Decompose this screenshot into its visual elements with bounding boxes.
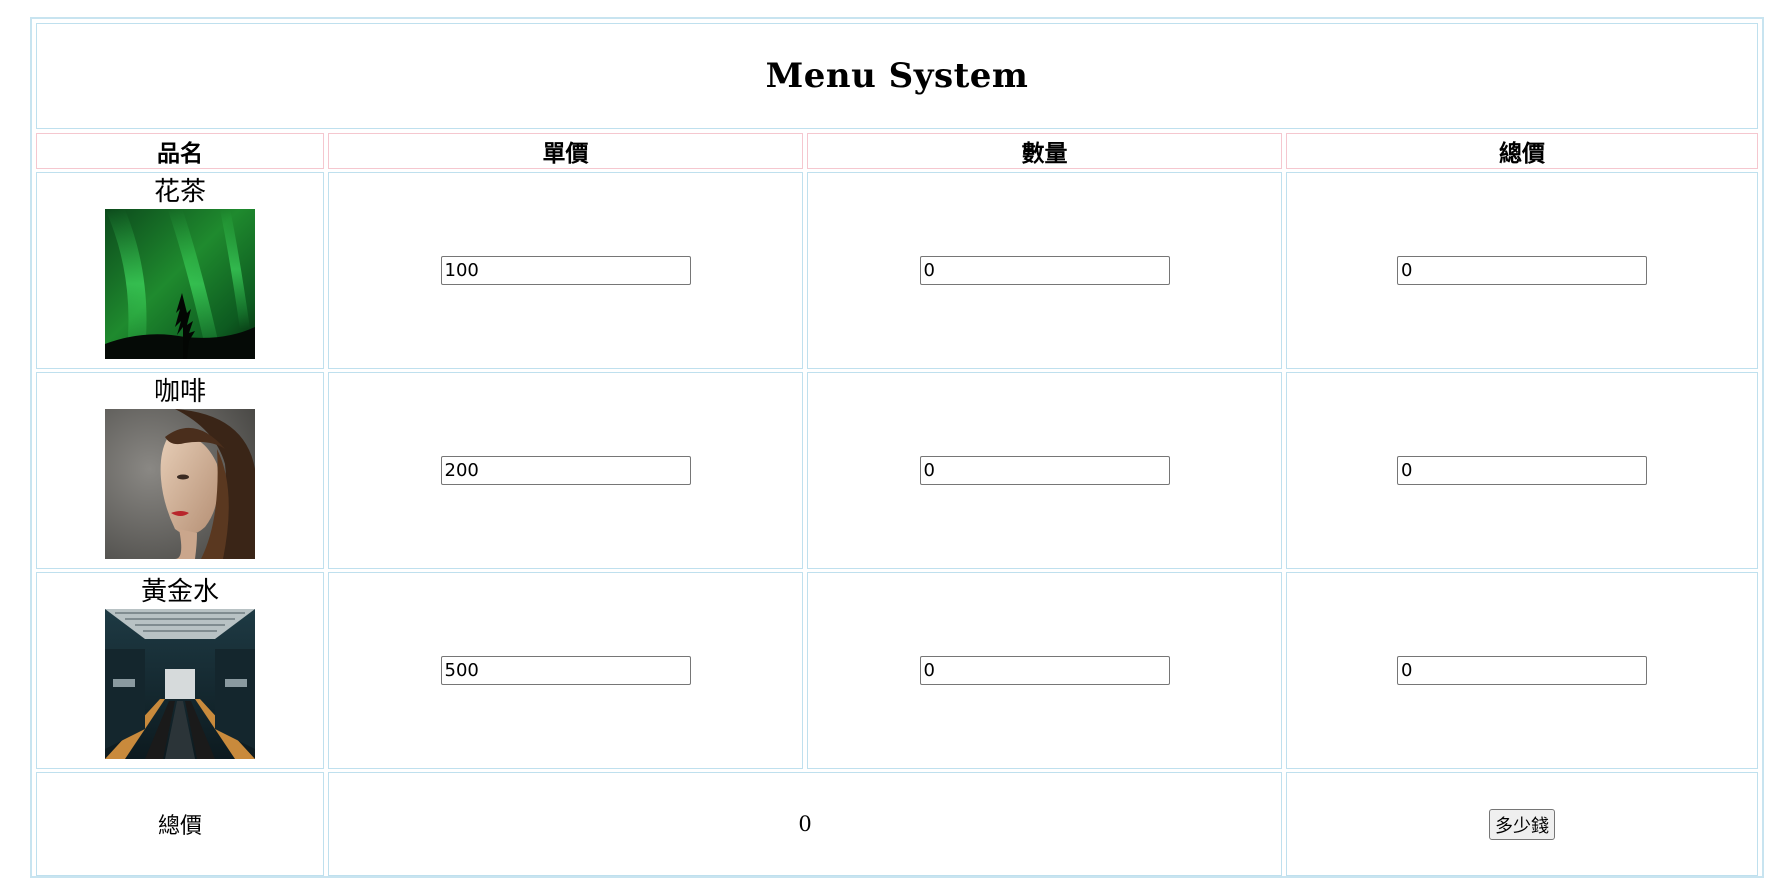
item-name-cell: 黃金水: [36, 572, 324, 769]
total-value: 0: [328, 772, 1282, 876]
quantity-input[interactable]: [919, 656, 1170, 685]
aurora-photo: [105, 209, 255, 359]
unit-price-input[interactable]: [440, 456, 691, 485]
subtotal-cell: [1286, 572, 1758, 769]
title-cell: Menu System: [36, 23, 1758, 129]
escalator-photo: [105, 609, 255, 759]
header-unit-price: 單價: [328, 133, 803, 169]
item-name: 花茶: [153, 177, 206, 207]
quantity-cell: [807, 372, 1282, 569]
unit-price-cell: [328, 572, 803, 769]
menu-table: Menu System 品名 單價 數量 總價 花茶 100 0 0 咖啡 20…: [30, 17, 1764, 878]
quantity-cell: [807, 172, 1282, 369]
header-subtotal: 總價: [1286, 133, 1758, 169]
item-name: 黃金水: [140, 577, 219, 607]
calculate-button[interactable]: 多少錢: [1489, 808, 1555, 840]
item-name: 咖啡: [153, 377, 206, 407]
item-name-cell: 花茶: [36, 172, 324, 369]
header-name: 品名: [36, 133, 324, 169]
quantity-input[interactable]: [919, 256, 1170, 285]
total-label: 總價: [36, 772, 324, 876]
unit-price-cell: [328, 172, 803, 369]
header-quantity: 數量: [807, 133, 1282, 169]
unit-price-input[interactable]: [440, 656, 691, 685]
subtotal-input[interactable]: [1397, 656, 1647, 685]
quantity-cell: [807, 572, 1282, 769]
subtotal-cell: [1286, 172, 1758, 369]
subtotal-input[interactable]: [1397, 256, 1647, 285]
portrait-photo: [105, 409, 255, 559]
subtotal-input[interactable]: [1397, 456, 1647, 485]
calculate-cell: 多少錢: [1286, 772, 1758, 876]
item-name-cell: 咖啡: [36, 372, 324, 569]
page-title: Menu System: [765, 56, 1029, 96]
unit-price-cell: [328, 372, 803, 569]
quantity-input[interactable]: [919, 456, 1170, 485]
unit-price-input[interactable]: [440, 256, 691, 285]
subtotal-cell: [1286, 372, 1758, 569]
